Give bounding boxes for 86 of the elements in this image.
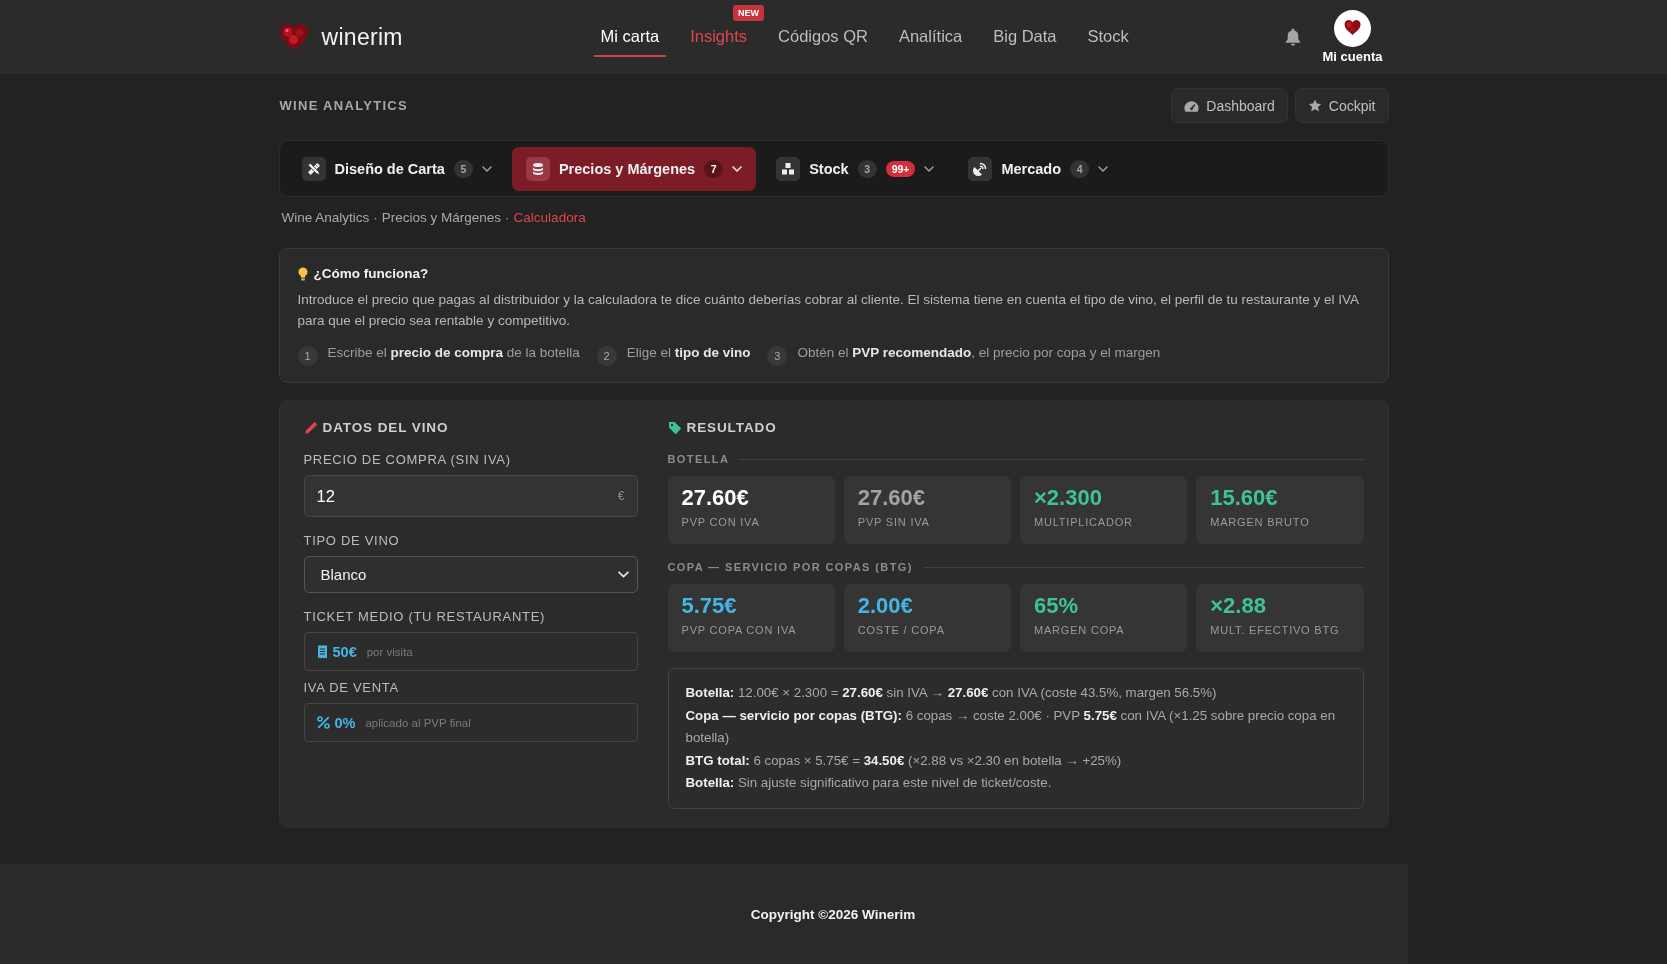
card-value: 65% [1034,593,1079,619]
display-note: por visita [366,645,413,658]
currency-suffix: € [617,489,625,503]
pencil-ruler-icon [301,156,326,181]
nav-link[interactable]: Stock [1080,17,1136,57]
info-title: ¿Cómo funciona? [313,266,429,281]
tab-count: 5 [453,159,473,178]
section-title: DATOS DEL VINO [322,420,449,436]
chevron-down-icon [481,165,492,172]
card-label: MULTIPLICADOR [1034,516,1133,529]
card-label: MULT. EFECTIVO BTG [1210,624,1340,637]
nav-link[interactable]: Mi carta [593,17,667,57]
category-tab[interactable]: Mercado 4 [954,146,1123,191]
cockpit-button[interactable]: Cockpit [1294,88,1389,123]
card-label: PVP SIN IVA [857,516,930,529]
tab-count: 3 [857,159,877,178]
star-icon [1307,99,1322,112]
card-value: ×2.88 [1210,593,1266,619]
bell-icon[interactable] [1284,28,1301,46]
lightbulb-icon [297,266,308,281]
card-label: MARGEN COPA [1034,624,1125,637]
card-value: ×2.300 [1034,485,1102,511]
breadcrumb-separator: · [373,210,378,226]
brand-name: winerim [321,23,403,51]
summary-line: BTG total: 6 copas × 5.75€ = 34.50€ (×2.88 vs ×2.30 en botella → +25%) [685,751,1123,770]
card-label: MARGEN BRUTO [1210,516,1310,529]
receipt-icon [316,644,328,659]
category-tab[interactable]: Diseño de Carta 5 [287,146,506,191]
field-label: PRECIO DE COMPRA (SIN IVA) [303,452,512,468]
nav-link[interactable]: Analítica [891,17,970,57]
step-text: Obtén el PVP recomendado, el precio por copa y el margen [797,345,1161,360]
field-label: TICKET MEDIO (TU RESTAURANTE) [303,609,547,625]
wine-type-select[interactable]: Blanco [303,556,638,593]
step-text: Elige el tipo de vino [626,345,751,360]
step-number: 1 [297,346,318,366]
chevron-down-icon [924,165,935,172]
pencil-icon [303,421,318,435]
display-note: aplicado al PVP final [365,716,471,729]
chevron-down-icon [1098,165,1109,172]
group-label: COPA — SERVICIO POR COPAS (BTG) [667,561,913,574]
chevron-down-icon [617,571,629,578]
group-label: BOTELLA [667,453,730,466]
chevron-down-icon [732,165,743,172]
percent-icon [316,716,330,729]
card-label: COSTE / COPA [857,624,945,637]
step-text: Escribe el precio de compra de la botella [327,345,580,360]
card-value: 27.60€ [681,485,749,511]
satellite-dish-icon [968,156,993,181]
account-link[interactable]: Mi cuenta [1322,10,1383,64]
gauge-icon [1184,99,1200,112]
card-value: 5.75€ [681,593,737,619]
summary-line: Botella: Sin ajuste significativo para este nivel de ticket/coste. [685,774,1053,792]
info-text: Introduce el precio que pagas al distribuidor y la calculadora te dice cuánto deberías cobrar al cliente. El sistema tiene en cuenta el tipo de vino, el perfil de tu restaurante y el IVA para que el precio sea rentable y competitivo. [297,291,1360,330]
card-label: PVP CON IVA [681,516,760,529]
category-tab[interactable]: Stock 3 99+ [762,146,949,191]
category-tab[interactable]: Precios y Márgenes 7 [511,146,757,191]
section-title: RESULTADO [686,420,777,436]
card-label: PVP COPA CON IVA [681,624,797,637]
tab-count: 4 [1070,159,1090,178]
display-value: 0% [334,714,356,731]
page-title: WINE ANALYTICS [278,98,408,113]
breadcrumb-link[interactable]: Wine Analytics [281,210,370,226]
summary-line: Botella: 12.00€ × 2.300 = 27.60€ sin IVA → 27.60€ con IVA (coste 43.5%, margen 56.5%) [685,684,1218,702]
breadcrumb-link[interactable]: Precios y Márgenes [381,210,502,226]
summary-line: Copa — servicio por copas (BTG): 6 copas → coste 2.00€ · PVP 5.75€ con IVA (×1.25 sobre precio copa en botella) [685,706,1337,747]
alert-count: 99+ [885,160,916,177]
boxes-icon [776,156,801,181]
nav-link[interactable]: Big Data [986,17,1064,57]
nav-link[interactable]: Códigos QR [771,17,875,57]
tab-count: 7 [704,159,724,178]
breadcrumb-separator: · [505,210,510,226]
heart-logo-icon [278,23,309,51]
step-number: 3 [767,346,788,366]
card-value: 15.60€ [1210,485,1278,511]
card-value: 2.00€ [857,593,913,619]
field-label: TIPO DE VINO [303,533,401,549]
copyright-text: Copyright ©2026 Winerim [750,906,916,922]
tag-icon [667,421,682,435]
dashboard-button[interactable]: Dashboard [1171,88,1288,123]
card-value: 27.60€ [857,485,926,511]
breadcrumb-current: Calculadora [513,210,586,226]
step-number: 2 [596,346,617,366]
coins-icon [525,156,550,181]
field-label: IVA DE VENTA [303,680,400,696]
new-badge: NEW [733,5,765,21]
display-value: 50€ [332,643,357,660]
